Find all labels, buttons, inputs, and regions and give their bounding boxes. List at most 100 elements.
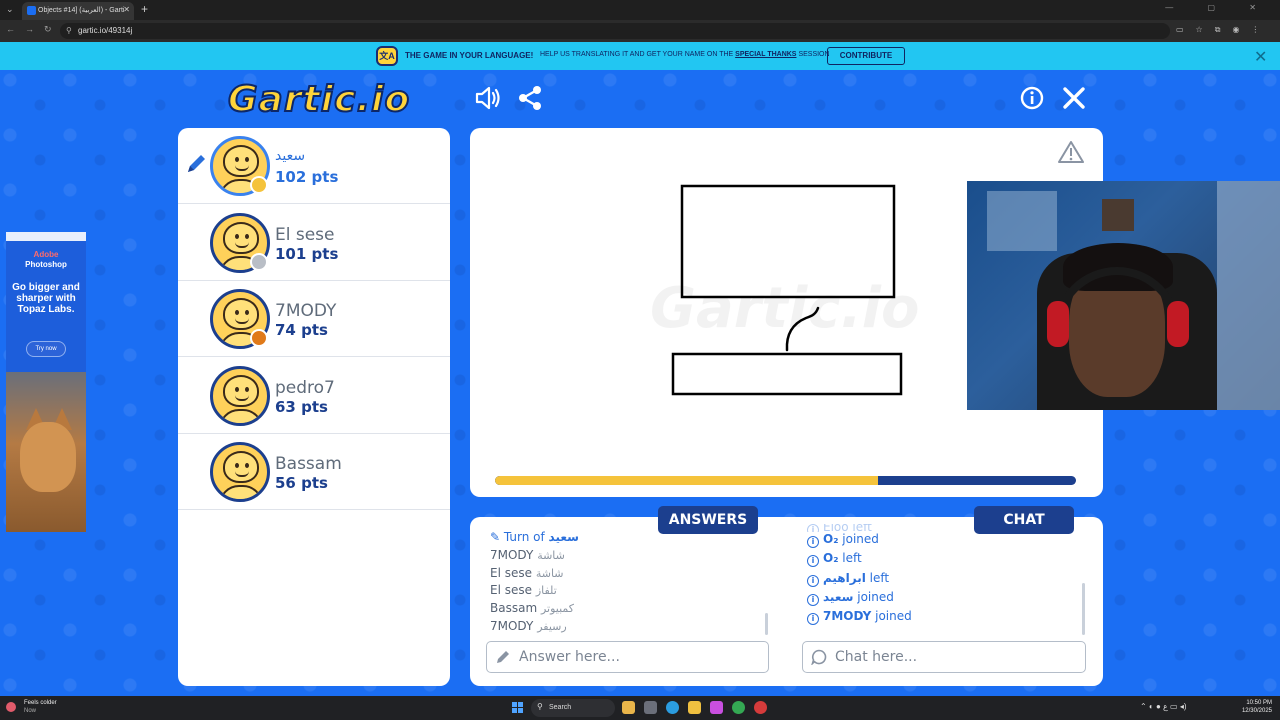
chat-info-icon: i <box>807 536 819 548</box>
pencil-drawing-icon <box>188 155 205 172</box>
exit-close-icon[interactable] <box>1062 86 1086 110</box>
turn-pencil-icon: ✎ <box>490 530 501 544</box>
ad-headline: Go bigger and sharper with Topaz Labs. <box>12 282 80 315</box>
window-controls[interactable]: — ▢ ✕ <box>1165 3 1272 12</box>
gartic-logo[interactable]: Gartic.io <box>227 78 410 121</box>
answer-row: 7MODY شاشة <box>490 547 565 562</box>
player-row[interactable]: 7MODY 74 pts <box>178 281 450 357</box>
chat-info-icon: i <box>807 555 819 568</box>
chat-row: i سعيد joined <box>807 590 1077 609</box>
taskbar-search[interactable]: ⚲ Search <box>531 699 615 717</box>
browser-toolbar-icons[interactable]: ▭☆⧉◉⋮ <box>1176 25 1271 35</box>
player-name: 7MODY <box>275 301 337 321</box>
chrome-app-icon[interactable] <box>732 701 745 714</box>
player-row[interactable]: pedro7 63 pts <box>178 358 450 434</box>
answers-list[interactable]: ✎ Turn of سعيد 7MODY شاشة El sese شاشة E… <box>490 530 770 638</box>
system-tray[interactable]: ⌃ ◐ ● ع ▭ ◂) <box>1140 702 1187 711</box>
browser-address-bar: ←→↻ ⚲ gartic.io/49314j ▭☆⧉◉⋮ <box>0 20 1280 42</box>
chat-bubble-icon <box>811 649 827 665</box>
edge-app-icon[interactable] <box>666 701 679 714</box>
player-row[interactable]: Bassam 56 pts <box>178 434 450 510</box>
answer-row: Bassam كمبيوتر <box>490 601 575 616</box>
folder-app-icon[interactable] <box>622 701 635 714</box>
player-points: 101 pts <box>275 245 339 263</box>
round-timer-fill <box>495 476 879 485</box>
turn-announcement: ✎ Turn of سعيد <box>490 530 579 544</box>
answer-row: El sese تلفاز <box>490 583 557 598</box>
site-info-icon[interactable]: ⚲ <box>66 26 72 35</box>
sound-icon[interactable] <box>474 85 502 111</box>
tab-search-icon[interactable]: ⌄ <box>6 4 16 16</box>
ad-brand-line2: Photoshop <box>25 260 67 269</box>
obs-app-icon[interactable] <box>754 701 767 714</box>
banner-title: THE GAME IN YOUR LANGUAGE! <box>405 51 534 60</box>
avatar <box>210 442 270 502</box>
player-points: 63 pts <box>275 398 328 416</box>
status-dot <box>250 253 268 271</box>
answer-input[interactable] <box>519 647 759 667</box>
chat-info-icon: i <box>807 613 819 626</box>
windows-start-icon[interactable] <box>512 702 524 714</box>
translation-banner: 文A THE GAME IN YOUR LANGUAGE! HELP US TR… <box>0 42 1280 70</box>
chat-list[interactable]: i Eloo left i O₂ joined i O₂ left i ابراهيم … <box>807 524 1077 639</box>
player-name: pedro7 <box>275 378 335 398</box>
chat-row: i ابراهيم left <box>807 571 1077 590</box>
report-warning-icon[interactable] <box>1058 140 1084 164</box>
chat-row: i O₂ left <box>807 551 1077 570</box>
browser-tab[interactable]: Objects #14] (العربية) - Gartic.io ✕ <box>22 2 134 20</box>
webcam-overlay <box>967 181 1280 410</box>
player-row[interactable]: سعيد 102 pts <box>178 128 450 204</box>
banner-text: HELP US TRANSLATING IT AND GET YOUR NAME… <box>540 51 830 58</box>
player-points: 56 pts <box>275 474 328 492</box>
chat-row: i 7MODY joined <box>807 609 1077 628</box>
ad-try-now-button[interactable]: Try now <box>26 341 66 357</box>
status-dot <box>250 329 268 347</box>
special-thanks-link[interactable]: SPECIAL THANKS <box>735 51 796 58</box>
chat-info-icon: i <box>807 574 819 587</box>
instagram-app-icon[interactable] <box>710 701 723 714</box>
player-points: 102 pts <box>275 168 339 186</box>
player-points: 74 pts <box>275 321 328 339</box>
omnibox[interactable]: ⚲ gartic.io/49314j <box>60 23 1170 39</box>
translate-icon: 文A <box>376 46 398 66</box>
answer-input-box[interactable] <box>486 641 769 673</box>
ad-choices-bar[interactable] <box>6 232 86 241</box>
windows-taskbar: Feels colder Now ⚲ Search ⌃ ◐ ● ع ▭ ◂) 1… <box>0 696 1280 720</box>
info-icon[interactable] <box>1020 86 1044 110</box>
ad-cat-image <box>6 372 86 532</box>
share-icon[interactable] <box>517 85 543 111</box>
taskbar-clock[interactable]: 10:50 PM 12/30/2025 <box>1238 699 1272 715</box>
search-icon: ⚲ <box>537 702 543 711</box>
player-row[interactable]: El sese 101 pts <box>178 205 450 281</box>
chat-row: i O₂ joined <box>807 532 1077 551</box>
chat-input-box[interactable] <box>802 641 1086 673</box>
url-text[interactable]: gartic.io/49314j <box>78 26 132 35</box>
chat-row: i Eloo left <box>807 524 1077 532</box>
pencil-icon <box>497 651 509 663</box>
nav-buttons[interactable]: ←→↻ <box>6 24 62 35</box>
answers-chat-panel: ANSWERS CHAT ✎ Turn of سعيد 7MODY شاشة E… <box>470 506 1103 686</box>
answers-scrollbar[interactable] <box>765 613 768 635</box>
avatar <box>210 366 270 426</box>
browser-tab-bar: ⌄ Objects #14] (العربية) - Gartic.io ✕ +… <box>0 0 1280 20</box>
new-tab-button[interactable]: + <box>141 2 148 16</box>
status-dot <box>250 176 268 194</box>
explorer-app-icon[interactable] <box>688 701 701 714</box>
gartic-favicon-icon <box>27 6 36 15</box>
contribute-button[interactable]: CONTRIBUTE <box>827 47 905 65</box>
players-panel: سعيد 102 pts El sese 101 pts 7MODY 74 pt… <box>178 128 450 686</box>
ad-brand-line1: Adobe <box>33 250 59 259</box>
banner-close-icon[interactable]: ✕ <box>1254 47 1267 67</box>
taskbar-apps[interactable] <box>622 701 772 715</box>
round-timer-bar <box>495 476 1076 485</box>
answer-row: El sese شاشة <box>490 565 564 580</box>
player-name: Bassam <box>275 454 342 474</box>
tab-close-icon[interactable]: ✕ <box>123 5 130 14</box>
weather-icon <box>6 702 16 712</box>
answer-row: 7MODY رسيفر <box>490 618 567 633</box>
chat-input[interactable] <box>835 647 1075 667</box>
chat-scrollbar[interactable] <box>1082 583 1085 635</box>
chat-info-icon: i <box>807 593 819 606</box>
side-advertisement[interactable]: Adobe Photoshop Go bigger and sharper wi… <box>6 232 86 532</box>
desktop-app-icon[interactable] <box>644 701 657 714</box>
